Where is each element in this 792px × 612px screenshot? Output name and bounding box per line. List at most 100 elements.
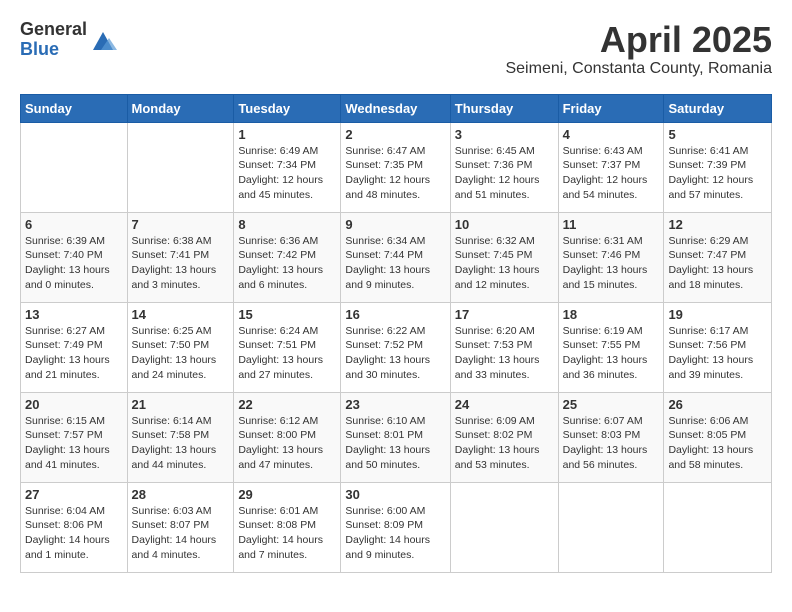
day-info: Sunrise: 6:00 AM Sunset: 8:09 PM Dayligh… bbox=[345, 504, 445, 563]
day-number: 20 bbox=[25, 397, 123, 412]
day-info: Sunrise: 6:12 AM Sunset: 8:00 PM Dayligh… bbox=[238, 414, 336, 473]
location-title: Seimeni, Constanta County, Romania bbox=[505, 60, 772, 78]
day-info: Sunrise: 6:24 AM Sunset: 7:51 PM Dayligh… bbox=[238, 324, 336, 383]
calendar-table: SundayMondayTuesdayWednesdayThursdayFrid… bbox=[20, 94, 772, 573]
calendar-week-1: 6Sunrise: 6:39 AM Sunset: 7:40 PM Daylig… bbox=[21, 212, 772, 302]
page-header: General Blue April 2025 Seimeni, Constan… bbox=[20, 20, 772, 78]
day-number: 5 bbox=[668, 127, 767, 142]
calendar-cell: 13Sunrise: 6:27 AM Sunset: 7:49 PM Dayli… bbox=[21, 302, 128, 392]
title-section: April 2025 Seimeni, Constanta County, Ro… bbox=[505, 20, 772, 78]
header-saturday: Saturday bbox=[664, 94, 772, 122]
day-number: 8 bbox=[238, 217, 336, 232]
calendar-cell: 18 Sunrise: 6:19 AM Sunset: 7:55 PM Dayli… bbox=[558, 302, 664, 392]
day-info: Sunrise: 6:01 AM Sunset: 8:08 PM Dayligh… bbox=[238, 504, 336, 563]
day-number: 14 bbox=[132, 307, 230, 322]
calendar-cell: 30 Sunrise: 6:00 AM Sunset: 8:09 PM Dayli… bbox=[341, 482, 450, 572]
day-number: 7 bbox=[132, 217, 230, 232]
calendar-cell: 24Sunrise: 6:09 AM Sunset: 8:02 PM Dayli… bbox=[450, 392, 558, 482]
day-number: 19 bbox=[668, 307, 767, 322]
day-number: 22 bbox=[238, 397, 336, 412]
day-info: Sunrise: 6:07 AM Sunset: 8:03 PM Dayligh… bbox=[563, 414, 660, 473]
calendar-cell: 8 Sunrise: 6:36 AM Sunset: 7:42 PM Daylig… bbox=[234, 212, 341, 302]
calendar-cell: 23 Sunrise: 6:10 AM Sunset: 8:01 PM Dayli… bbox=[341, 392, 450, 482]
calendar-cell: 1 Sunrise: 6:49 AM Sunset: 7:34 PM Daylig… bbox=[234, 122, 341, 212]
calendar-cell: 10 Sunrise: 6:32 AM Sunset: 7:45 PM Dayli… bbox=[450, 212, 558, 302]
day-number: 16 bbox=[345, 307, 445, 322]
day-number: 23 bbox=[345, 397, 445, 412]
calendar-cell: 19 Sunrise: 6:17 AM Sunset: 7:56 PM Dayli… bbox=[664, 302, 772, 392]
day-number: 18 bbox=[563, 307, 660, 322]
calendar-cell bbox=[21, 122, 128, 212]
logo-general-text: General bbox=[20, 20, 87, 40]
logo-blue-text: Blue bbox=[20, 40, 87, 60]
calendar-cell bbox=[664, 482, 772, 572]
day-number: 25 bbox=[563, 397, 660, 412]
day-info: Sunrise: 6:14 AM Sunset: 7:58 PM Dayligh… bbox=[132, 414, 230, 473]
logo: General Blue bbox=[20, 20, 117, 60]
day-info: Sunrise: 6:20 AM Sunset: 7:53 PM Dayligh… bbox=[455, 324, 554, 383]
day-info: Sunrise: 6:32 AM Sunset: 7:45 PM Dayligh… bbox=[455, 234, 554, 293]
calendar-cell: 12Sunrise: 6:29 AM Sunset: 7:47 PM Dayli… bbox=[664, 212, 772, 302]
day-number: 11 bbox=[563, 217, 660, 232]
day-info: Sunrise: 6:10 AM Sunset: 8:01 PM Dayligh… bbox=[345, 414, 445, 473]
calendar-cell: 28 Sunrise: 6:03 AM Sunset: 8:07 PM Dayli… bbox=[127, 482, 234, 572]
day-number: 1 bbox=[238, 127, 336, 142]
day-info: Sunrise: 6:03 AM Sunset: 8:07 PM Dayligh… bbox=[132, 504, 230, 563]
header-sunday: Sunday bbox=[21, 94, 128, 122]
month-title: April 2025 bbox=[505, 20, 772, 60]
day-number: 24 bbox=[455, 397, 554, 412]
day-info: Sunrise: 6:22 AM Sunset: 7:52 PM Dayligh… bbox=[345, 324, 445, 383]
day-info: Sunrise: 6:27 AM Sunset: 7:49 PM Dayligh… bbox=[25, 324, 123, 383]
calendar-header: SundayMondayTuesdayWednesdayThursdayFrid… bbox=[21, 94, 772, 122]
calendar-week-4: 27Sunrise: 6:04 AM Sunset: 8:06 PM Dayli… bbox=[21, 482, 772, 572]
header-monday: Monday bbox=[127, 94, 234, 122]
calendar-cell: 4Sunrise: 6:43 AM Sunset: 7:37 PM Daylig… bbox=[558, 122, 664, 212]
day-info: Sunrise: 6:19 AM Sunset: 7:55 PM Dayligh… bbox=[563, 324, 660, 383]
calendar-cell: 21 Sunrise: 6:14 AM Sunset: 7:58 PM Dayli… bbox=[127, 392, 234, 482]
day-info: Sunrise: 6:43 AM Sunset: 7:37 PM Dayligh… bbox=[563, 144, 660, 203]
day-number: 28 bbox=[132, 487, 230, 502]
calendar-cell: 11 Sunrise: 6:31 AM Sunset: 7:46 PM Dayli… bbox=[558, 212, 664, 302]
calendar-cell: 14Sunrise: 6:25 AM Sunset: 7:50 PM Dayli… bbox=[127, 302, 234, 392]
day-number: 15 bbox=[238, 307, 336, 322]
day-info: Sunrise: 6:29 AM Sunset: 7:47 PM Dayligh… bbox=[668, 234, 767, 293]
day-info: Sunrise: 6:31 AM Sunset: 7:46 PM Dayligh… bbox=[563, 234, 660, 293]
day-number: 30 bbox=[345, 487, 445, 502]
day-number: 26 bbox=[668, 397, 767, 412]
day-info: Sunrise: 6:34 AM Sunset: 7:44 PM Dayligh… bbox=[345, 234, 445, 293]
calendar-cell: 29 Sunrise: 6:01 AM Sunset: 8:08 PM Dayli… bbox=[234, 482, 341, 572]
calendar-cell: 9 Sunrise: 6:34 AM Sunset: 7:44 PM Daylig… bbox=[341, 212, 450, 302]
calendar-cell: 6Sunrise: 6:39 AM Sunset: 7:40 PM Daylig… bbox=[21, 212, 128, 302]
header-row: SundayMondayTuesdayWednesdayThursdayFrid… bbox=[21, 94, 772, 122]
calendar-cell: 17Sunrise: 6:20 AM Sunset: 7:53 PM Dayli… bbox=[450, 302, 558, 392]
day-number: 10 bbox=[455, 217, 554, 232]
day-info: Sunrise: 6:06 AM Sunset: 8:05 PM Dayligh… bbox=[668, 414, 767, 473]
day-info: Sunrise: 6:45 AM Sunset: 7:36 PM Dayligh… bbox=[455, 144, 554, 203]
calendar-week-0: 1 Sunrise: 6:49 AM Sunset: 7:34 PM Daylig… bbox=[21, 122, 772, 212]
day-number: 21 bbox=[132, 397, 230, 412]
day-info: Sunrise: 6:41 AM Sunset: 7:39 PM Dayligh… bbox=[668, 144, 767, 203]
header-wednesday: Wednesday bbox=[341, 94, 450, 122]
day-number: 6 bbox=[25, 217, 123, 232]
calendar-cell: 20Sunrise: 6:15 AM Sunset: 7:57 PM Dayli… bbox=[21, 392, 128, 482]
calendar-cell: 7Sunrise: 6:38 AM Sunset: 7:41 PM Daylig… bbox=[127, 212, 234, 302]
calendar-cell: 3Sunrise: 6:45 AM Sunset: 7:36 PM Daylig… bbox=[450, 122, 558, 212]
calendar-week-2: 13Sunrise: 6:27 AM Sunset: 7:49 PM Dayli… bbox=[21, 302, 772, 392]
header-friday: Friday bbox=[558, 94, 664, 122]
logo-icon bbox=[89, 26, 117, 54]
day-info: Sunrise: 6:17 AM Sunset: 7:56 PM Dayligh… bbox=[668, 324, 767, 383]
day-info: Sunrise: 6:49 AM Sunset: 7:34 PM Dayligh… bbox=[238, 144, 336, 203]
calendar-cell bbox=[450, 482, 558, 572]
day-info: Sunrise: 6:47 AM Sunset: 7:35 PM Dayligh… bbox=[345, 144, 445, 203]
calendar-cell: 27Sunrise: 6:04 AM Sunset: 8:06 PM Dayli… bbox=[21, 482, 128, 572]
calendar-week-3: 20Sunrise: 6:15 AM Sunset: 7:57 PM Dayli… bbox=[21, 392, 772, 482]
calendar-cell: 16 Sunrise: 6:22 AM Sunset: 7:52 PM Dayli… bbox=[341, 302, 450, 392]
header-tuesday: Tuesday bbox=[234, 94, 341, 122]
day-number: 27 bbox=[25, 487, 123, 502]
day-info: Sunrise: 6:36 AM Sunset: 7:42 PM Dayligh… bbox=[238, 234, 336, 293]
calendar-cell bbox=[127, 122, 234, 212]
calendar-cell: 15 Sunrise: 6:24 AM Sunset: 7:51 PM Dayli… bbox=[234, 302, 341, 392]
day-number: 29 bbox=[238, 487, 336, 502]
calendar-cell: 5 Sunrise: 6:41 AM Sunset: 7:39 PM Daylig… bbox=[664, 122, 772, 212]
day-number: 9 bbox=[345, 217, 445, 232]
